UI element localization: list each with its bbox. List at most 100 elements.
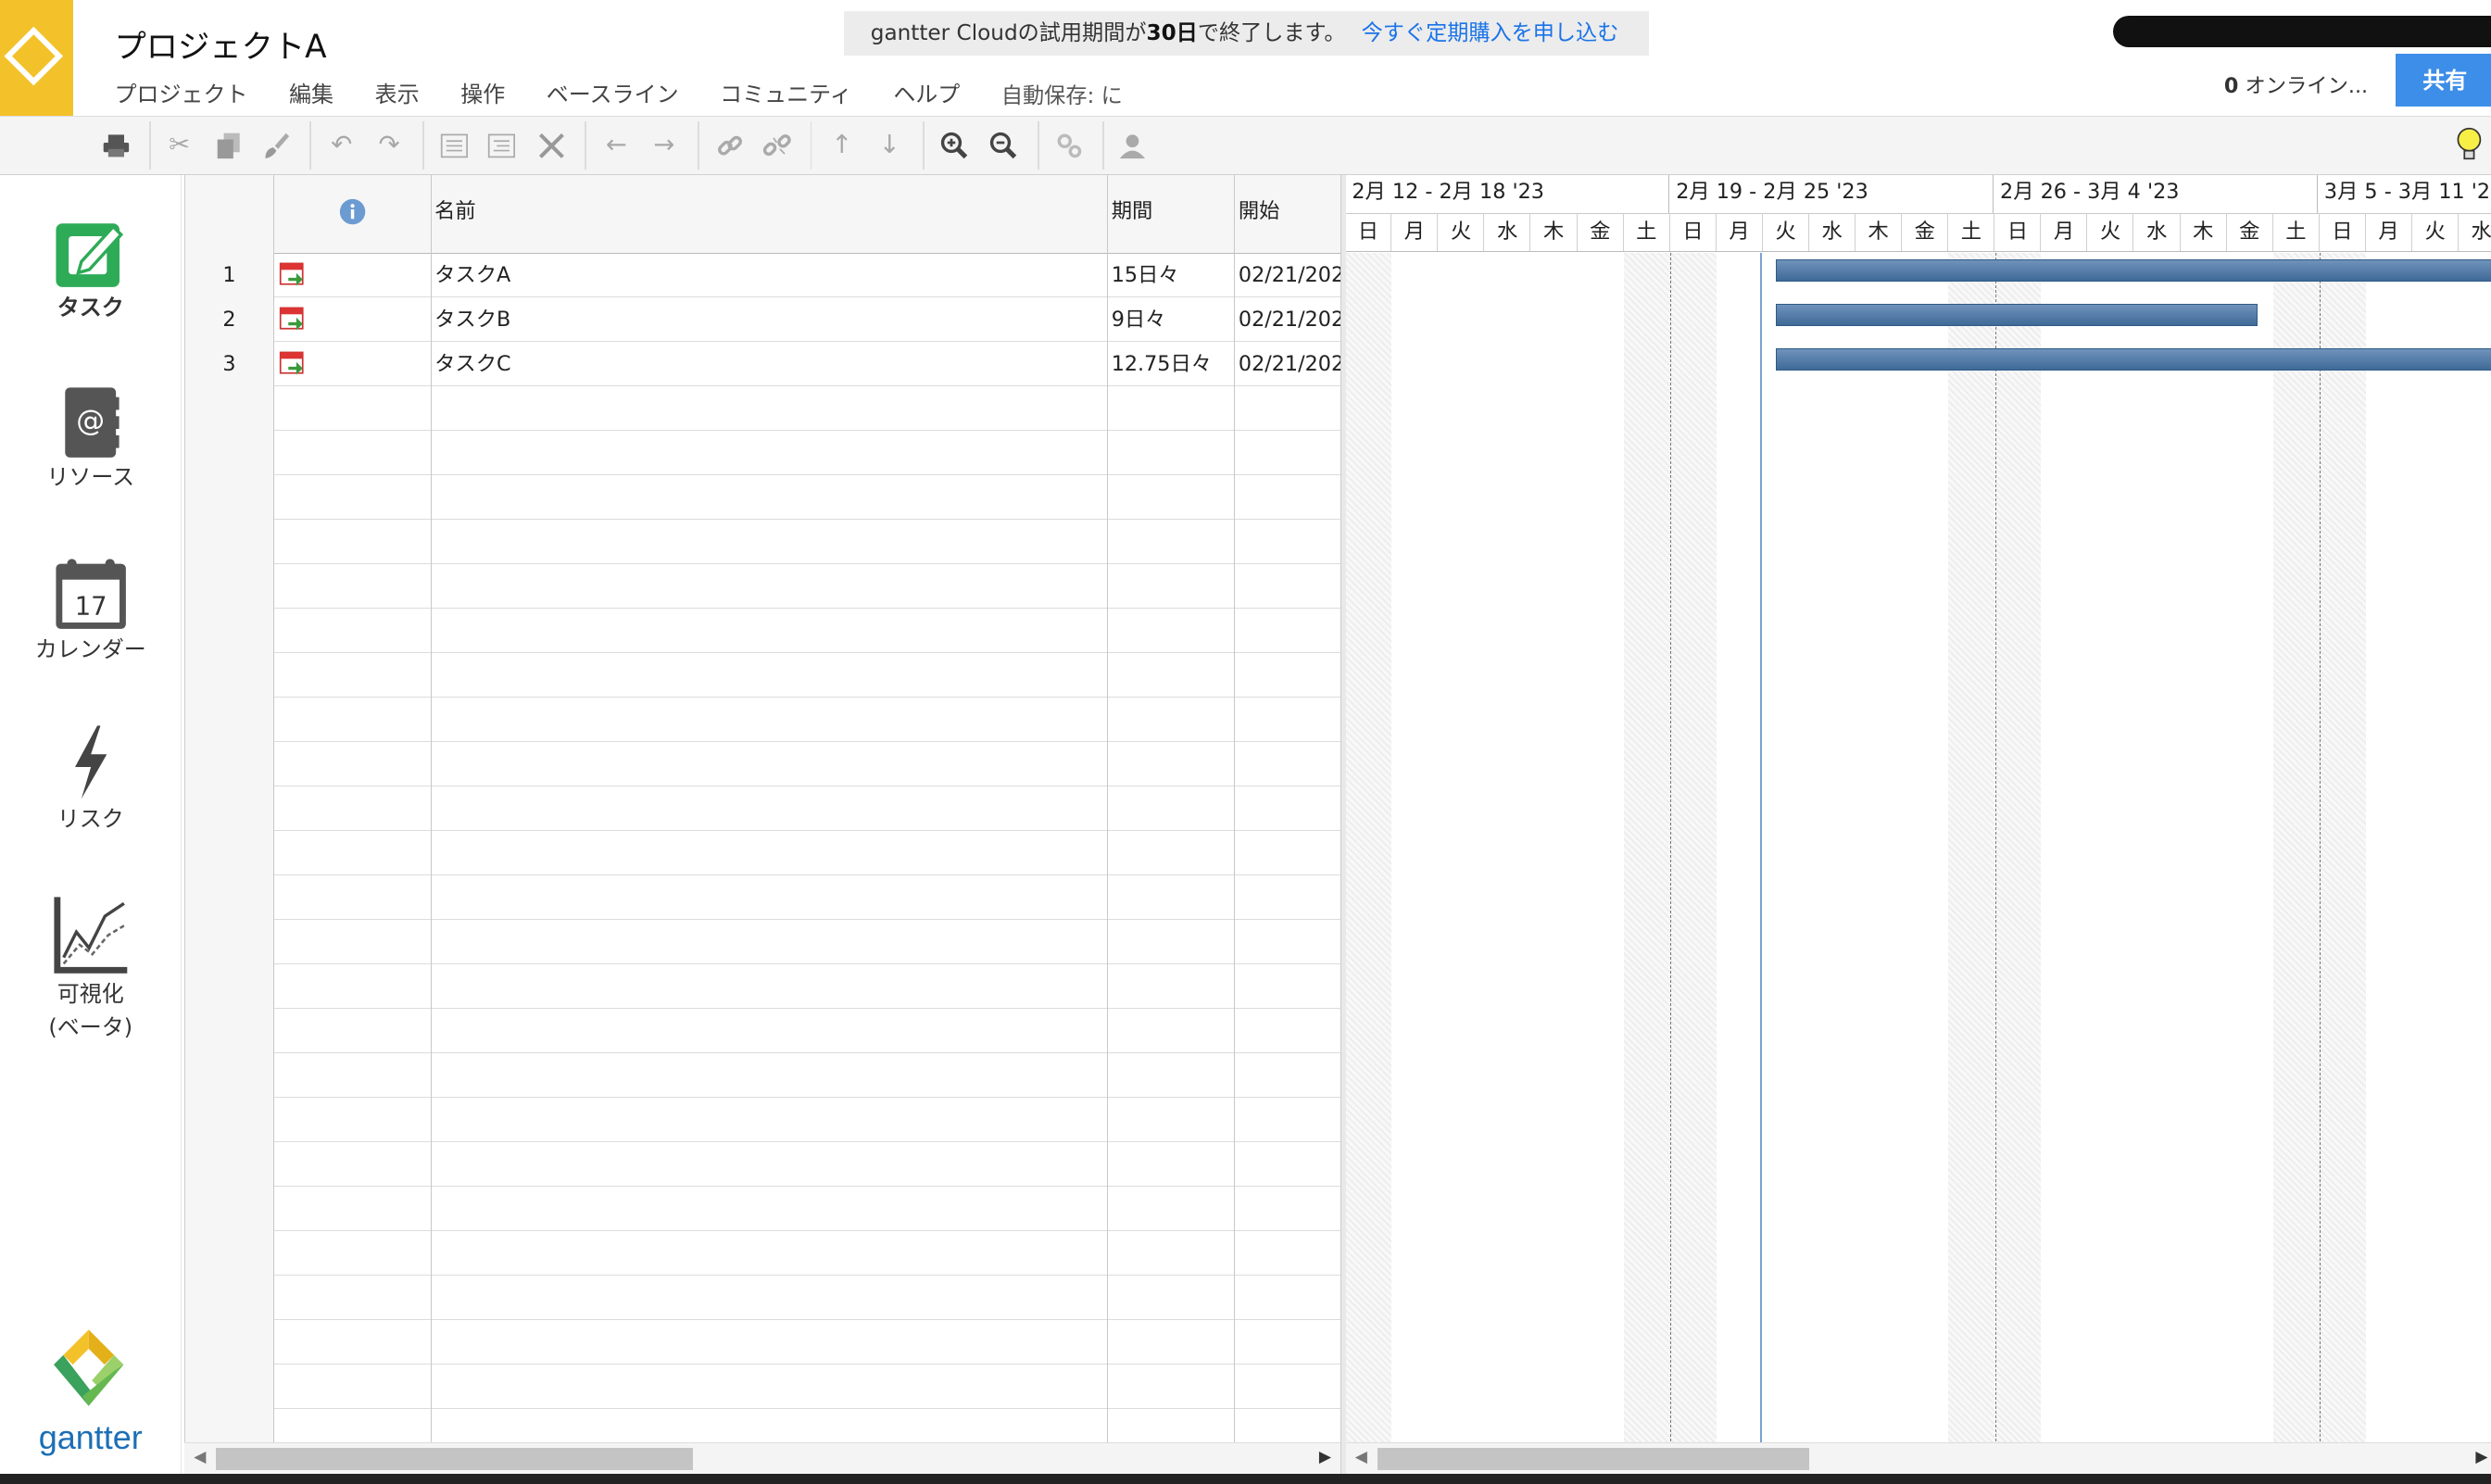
start-cell[interactable]: 02/21/202 <box>1235 341 1342 386</box>
table-row[interactable] <box>184 1409 1342 1443</box>
row-number-cell[interactable] <box>184 741 274 786</box>
task-name-cell[interactable] <box>432 1276 1109 1321</box>
duration-cell[interactable] <box>1108 741 1236 786</box>
task-name-cell[interactable] <box>432 1187 1109 1232</box>
row-number-cell[interactable] <box>184 874 274 920</box>
row-indicator-cell[interactable] <box>274 830 432 875</box>
col-header-name[interactable]: 名前 <box>432 174 1109 253</box>
start-cell[interactable] <box>1235 1008 1342 1053</box>
start-cell[interactable] <box>1235 1320 1342 1365</box>
row-indicator-cell[interactable] <box>274 1320 432 1365</box>
start-cell[interactable]: 02/21/202 <box>1235 252 1342 297</box>
cut-icon[interactable]: ✂ <box>165 131 194 160</box>
nav-resources[interactable]: @ リソース <box>0 384 181 494</box>
gantt-bar-task-b[interactable] <box>1776 303 2258 326</box>
row-indicator-cell[interactable] <box>274 296 432 342</box>
table-row[interactable] <box>184 741 1342 786</box>
row-number-cell[interactable] <box>184 1365 274 1410</box>
duration-cell[interactable] <box>1108 963 1236 1009</box>
start-cell[interactable] <box>1235 786 1342 831</box>
col-header-info[interactable] <box>274 174 432 253</box>
lightbulb-icon[interactable] <box>2455 127 2484 162</box>
task-name-cell[interactable] <box>432 1097 1109 1142</box>
start-cell[interactable] <box>1235 963 1342 1009</box>
duration-cell[interactable] <box>1108 1097 1236 1142</box>
row-number-cell[interactable] <box>184 786 274 831</box>
row-indicator-cell[interactable] <box>274 385 432 431</box>
row-number-cell[interactable] <box>184 830 274 875</box>
delete-icon[interactable] <box>537 132 566 160</box>
row-number-cell[interactable] <box>184 1008 274 1053</box>
nav-visualize[interactable]: 可視化 (ベータ) <box>0 894 181 1043</box>
duration-cell[interactable] <box>1108 652 1236 698</box>
duration-cell[interactable] <box>1108 1052 1236 1098</box>
start-cell[interactable] <box>1235 519 1342 564</box>
row-indicator-cell[interactable] <box>274 1008 432 1053</box>
row-number-cell[interactable] <box>184 1187 274 1232</box>
duration-cell[interactable] <box>1108 474 1236 520</box>
row-indicator-cell[interactable] <box>274 608 432 653</box>
table-row[interactable] <box>184 1276 1342 1321</box>
start-cell[interactable] <box>1235 563 1342 609</box>
duration-cell[interactable] <box>1108 385 1236 431</box>
duration-cell[interactable] <box>1108 830 1236 875</box>
nav-calendar[interactable]: 17 カレンダー <box>0 556 181 665</box>
start-cell[interactable] <box>1235 385 1342 431</box>
task-name-cell[interactable] <box>432 563 1109 609</box>
row-number-cell[interactable]: 2 <box>184 296 274 342</box>
start-cell[interactable] <box>1235 1052 1342 1098</box>
col-header-duration[interactable]: 期間 <box>1108 174 1236 253</box>
row-indicator-cell[interactable] <box>274 252 432 297</box>
duration-cell[interactable] <box>1108 1008 1236 1053</box>
duration-cell[interactable] <box>1108 430 1236 475</box>
task-name-cell[interactable]: タスクA <box>432 252 1109 297</box>
table-row[interactable] <box>184 963 1342 1009</box>
task-name-cell[interactable] <box>432 385 1109 431</box>
task-name-cell[interactable] <box>432 963 1109 1009</box>
duration-cell[interactable] <box>1108 1409 1236 1443</box>
task-name-cell[interactable] <box>432 1052 1109 1098</box>
row-indicator-cell[interactable] <box>274 741 432 786</box>
table-row[interactable] <box>184 1052 1342 1098</box>
row-number-cell[interactable] <box>184 1276 274 1321</box>
user-icon[interactable] <box>1118 132 1147 160</box>
indent-icon[interactable] <box>440 132 469 160</box>
paint-brush-icon[interactable] <box>262 132 291 160</box>
start-cell[interactable] <box>1235 1187 1342 1232</box>
table-row[interactable] <box>184 1008 1342 1053</box>
task-name-cell[interactable] <box>432 830 1109 875</box>
row-number-cell[interactable] <box>184 1409 274 1443</box>
task-name-cell[interactable] <box>432 474 1109 520</box>
duration-cell[interactable] <box>1108 1276 1236 1321</box>
row-indicator-cell[interactable] <box>274 341 432 386</box>
arrow-left-icon[interactable]: ← <box>602 131 631 160</box>
start-cell[interactable] <box>1235 919 1342 964</box>
task-name-cell[interactable] <box>432 874 1109 920</box>
task-name-cell[interactable] <box>432 1231 1109 1276</box>
duration-cell[interactable] <box>1108 1365 1236 1410</box>
table-row[interactable] <box>184 474 1342 520</box>
start-cell[interactable] <box>1235 697 1342 742</box>
table-row[interactable] <box>184 519 1342 564</box>
scroll-left-icon[interactable]: ◀ <box>1355 1448 1367 1466</box>
row-number-cell[interactable] <box>184 1052 274 1098</box>
duration-cell[interactable] <box>1108 1231 1236 1276</box>
start-cell[interactable] <box>1235 608 1342 653</box>
start-cell[interactable] <box>1235 1097 1342 1142</box>
task-name-cell[interactable] <box>432 1365 1109 1410</box>
start-cell[interactable] <box>1235 1276 1342 1321</box>
row-number-cell[interactable] <box>184 1320 274 1365</box>
task-name-cell[interactable]: タスクB <box>432 296 1109 342</box>
task-name-cell[interactable] <box>432 430 1109 475</box>
share-button[interactable]: 共有 <box>2396 54 2491 107</box>
row-number-cell[interactable] <box>184 697 274 742</box>
gantt-bar-task-c[interactable] <box>1776 347 2491 371</box>
table-row[interactable] <box>184 919 1342 964</box>
col-header-start[interactable]: 開始 <box>1235 174 1342 253</box>
row-indicator-cell[interactable] <box>274 963 432 1009</box>
start-cell[interactable] <box>1235 1409 1342 1443</box>
row-number-cell[interactable]: 1 <box>184 252 274 297</box>
grid-horizontal-scrollbar[interactable]: ◀ ▶ <box>183 1442 1341 1476</box>
table-row[interactable] <box>184 697 1342 742</box>
row-indicator-cell[interactable] <box>274 697 432 742</box>
